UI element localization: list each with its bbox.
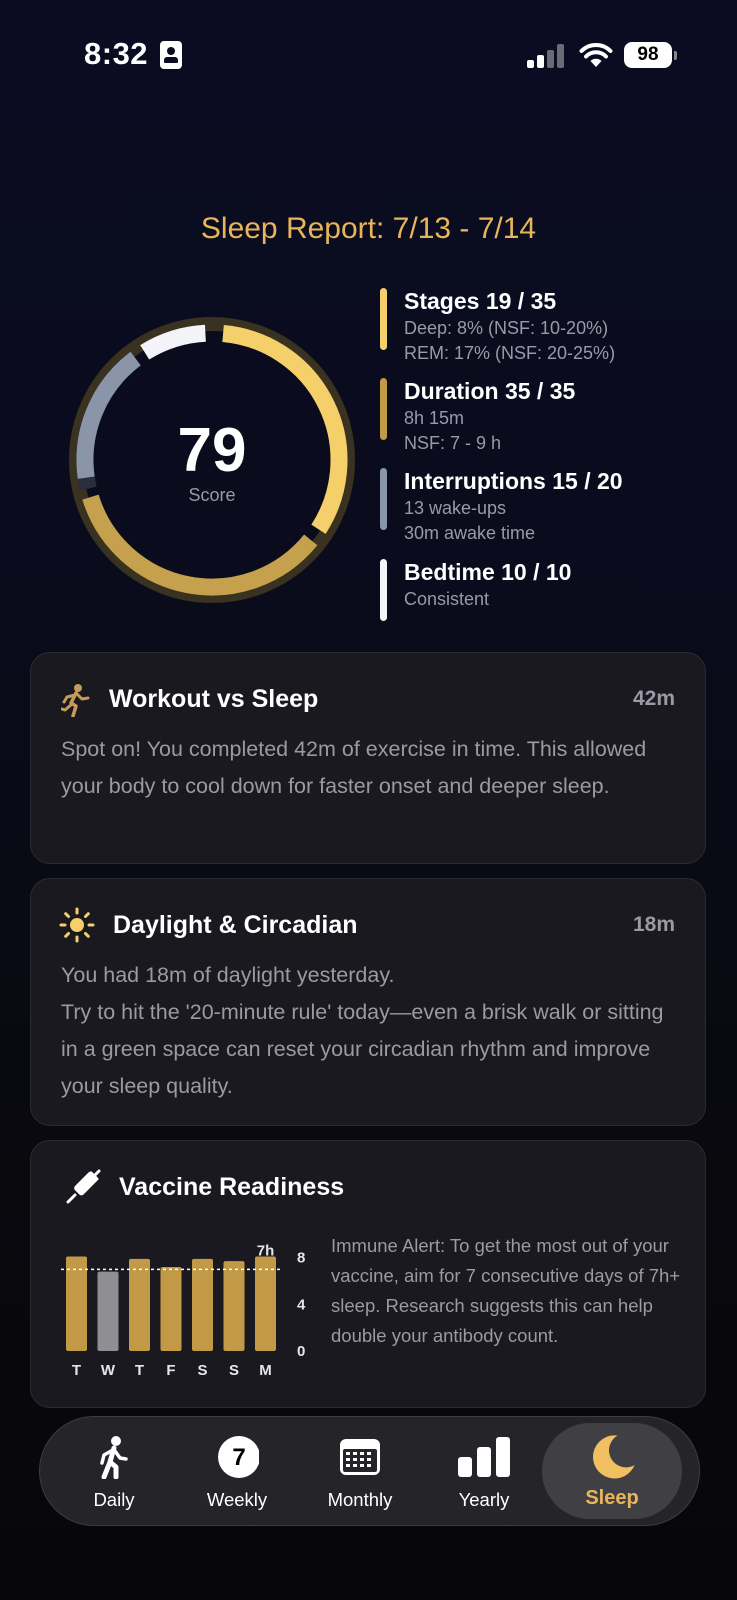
interruptions-color-bar xyxy=(380,468,387,530)
status-time: 8:32 xyxy=(84,36,149,71)
metric-interruptions[interactable]: Interruptions 15 / 20 13 wake-ups 30m aw… xyxy=(380,466,720,557)
calendar-day-icon: 7 xyxy=(218,1436,259,1478)
vaccine-card[interactable]: Vaccine Readiness T W T F S S M 7h 8 4 0 Immune Al… xyxy=(30,1140,706,1408)
svg-text:7: 7 xyxy=(232,1444,245,1471)
score-label: Score xyxy=(188,485,236,505)
card-body: You had 18m of daylight yesterday. Try t… xyxy=(61,957,675,1105)
workout-card[interactable]: Workout vs Sleep 42m Spot on! You comple… xyxy=(30,652,706,864)
metric-stages[interactable]: Stages 19 / 35 Deep: 8% (NSF: 10-20%) RE… xyxy=(380,286,720,376)
wifi-icon xyxy=(579,43,613,67)
bar-chart-icon xyxy=(458,1437,510,1477)
running-icon xyxy=(61,684,90,717)
sun-icon xyxy=(59,907,95,943)
y-tick-label: 4 xyxy=(297,1296,306,1313)
metric-detail: 13 wake-ups xyxy=(404,498,507,518)
metric-duration[interactable]: Duration 35 / 35 8h 15m NSF: 7 - 9 h xyxy=(380,376,720,466)
metric-title: Interruptions 15 / 20 xyxy=(404,468,623,494)
daylight-card[interactable]: Daylight & Circadian 18m You had 18m of … xyxy=(30,878,706,1126)
tab-weekly[interactable]: 7 Weekly xyxy=(177,1417,297,1527)
tab-monthly[interactable]: Monthly xyxy=(300,1417,420,1527)
tab-sleep[interactable]: Sleep xyxy=(542,1423,682,1519)
cellular-signal-icon xyxy=(527,44,567,68)
metrics-list: Stages 19 / 35 Deep: 8% (NSF: 10-20%) RE… xyxy=(380,286,720,623)
chart-bar xyxy=(255,1256,276,1351)
walking-icon xyxy=(100,1436,128,1479)
metric-detail: 30m awake time xyxy=(404,523,536,543)
card-body-line: You had 18m of daylight yesterday. xyxy=(61,963,395,987)
card-header: Vaccine Readiness xyxy=(61,1169,675,1205)
calendar-grid-icon xyxy=(340,1439,380,1475)
x-tick-label: M xyxy=(259,1362,272,1379)
chart-bar xyxy=(97,1271,119,1351)
metric-detail: 8h 15m xyxy=(404,408,465,428)
duration-color-bar xyxy=(380,378,387,440)
moon-icon xyxy=(593,1435,635,1479)
bedtime-color-bar xyxy=(380,559,387,621)
tab-daily[interactable]: Daily xyxy=(54,1417,174,1527)
x-tick-label: W xyxy=(101,1362,116,1379)
x-tick-label: S xyxy=(229,1362,239,1379)
chart-bar xyxy=(66,1256,87,1351)
chart-bar xyxy=(160,1267,182,1351)
metric-detail: Consistent xyxy=(404,589,490,609)
card-title: Daylight & Circadian xyxy=(113,911,358,939)
card-title: Workout vs Sleep xyxy=(109,685,319,713)
sleep-hours-bar-chart: T W T F S S M 7h 8 4 0 xyxy=(61,1242,306,1379)
threshold-label: 7h xyxy=(257,1242,275,1259)
card-body-line: Try to hit the '20-minute rule' today—ev… xyxy=(61,1000,664,1098)
chart-bar xyxy=(192,1258,213,1351)
chart-bar xyxy=(223,1261,245,1351)
tab-label: Sleep xyxy=(585,1487,639,1509)
metric-detail: REM: 17% (NSF: 20-25%) xyxy=(404,343,616,363)
bottom-tab-bar: Daily 7 Weekly Monthly Yearly Sleep xyxy=(39,1416,700,1526)
tab-yearly[interactable]: Yearly xyxy=(424,1417,544,1527)
immune-alert-text: Immune Alert: To get the most out of you… xyxy=(331,1235,681,1346)
metric-bedtime[interactable]: Bedtime 10 / 10 Consistent xyxy=(380,557,720,623)
y-tick-label: 0 xyxy=(297,1343,305,1360)
duration-arc xyxy=(82,494,318,596)
metric-title: Duration 35 / 35 xyxy=(404,378,576,404)
score-ring[interactable]: 79 Score xyxy=(62,310,362,610)
tab-label: Monthly xyxy=(327,1489,393,1510)
card-value: 42m xyxy=(632,687,675,710)
score-value: 79 xyxy=(177,416,247,485)
chart-bar xyxy=(129,1258,150,1351)
syringe-icon xyxy=(66,1169,101,1204)
tab-label: Weekly xyxy=(206,1489,268,1510)
battery-indicator: 98 xyxy=(624,42,677,68)
contact-card-icon xyxy=(160,41,182,69)
metric-title: Bedtime 10 / 10 xyxy=(404,559,572,585)
x-tick-label: F xyxy=(166,1362,175,1379)
card-value: 18m xyxy=(632,913,675,936)
card-title: Vaccine Readiness xyxy=(119,1173,345,1201)
stages-color-bar xyxy=(380,288,387,350)
metric-detail: NSF: 7 - 9 h xyxy=(404,433,502,453)
card-header: Workout vs Sleep 42m xyxy=(61,683,675,717)
x-tick-label: T xyxy=(72,1362,81,1379)
x-tick-label: T xyxy=(135,1362,144,1379)
status-bar: 8:32 98 xyxy=(0,0,737,110)
x-tick-label: S xyxy=(197,1362,207,1379)
card-header: Daylight & Circadian 18m xyxy=(59,907,675,943)
y-tick-label: 8 xyxy=(297,1250,305,1267)
card-body: Spot on! You completed 42m of exercise i… xyxy=(61,737,647,798)
report-title: Sleep Report: 7/13 - 7/14 xyxy=(200,212,537,245)
tab-label: Daily xyxy=(93,1489,135,1510)
metric-title: Stages 19 / 35 xyxy=(404,288,557,314)
tab-label: Yearly xyxy=(458,1489,510,1510)
metric-detail: Deep: 8% (NSF: 10-20%) xyxy=(404,318,609,338)
